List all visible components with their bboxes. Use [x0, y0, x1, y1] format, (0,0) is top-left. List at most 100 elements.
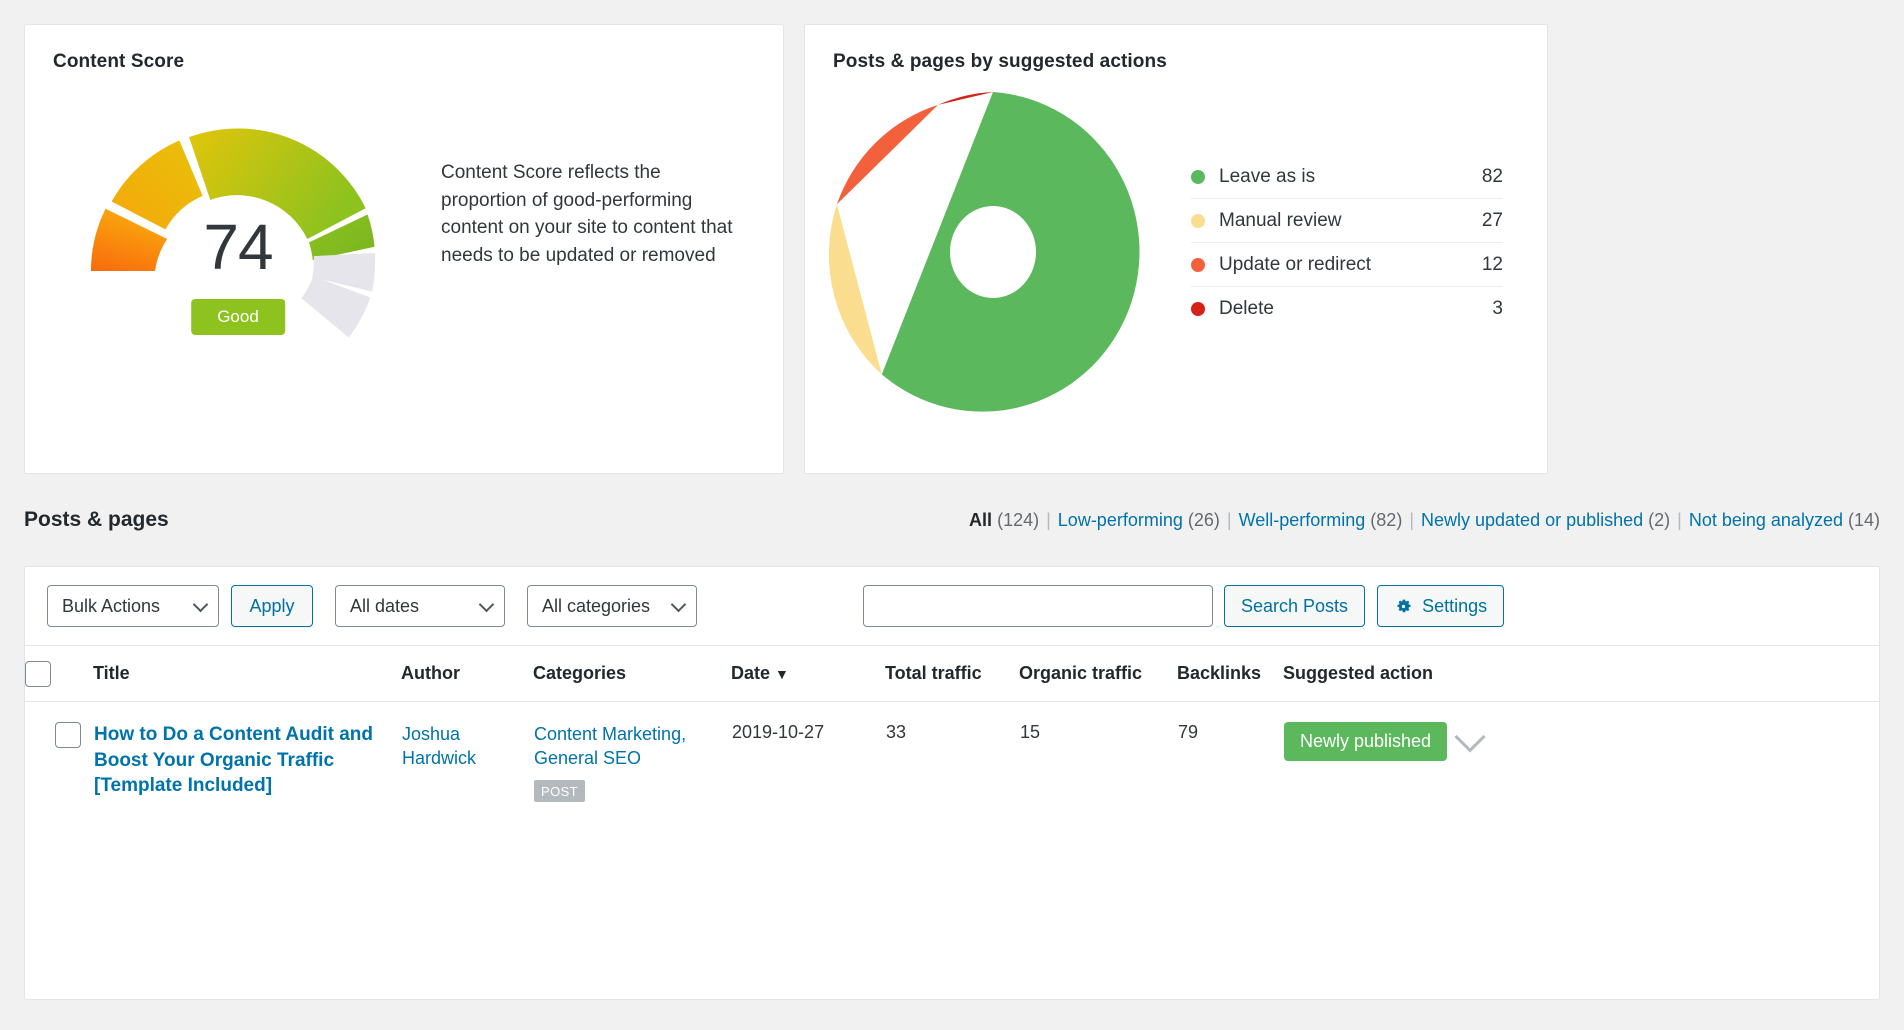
- legend-item[interactable]: Leave as is 82: [1191, 155, 1503, 199]
- legend-color-dot: [1191, 302, 1205, 316]
- post-author-link[interactable]: Joshua Hardwick: [402, 722, 532, 771]
- chevron-down-icon: [479, 597, 495, 613]
- legend-color-dot: [1191, 170, 1205, 184]
- filter-count: (2): [1648, 510, 1670, 530]
- pie-slices: [829, 92, 1140, 412]
- legend-value: 3: [1492, 298, 1503, 320]
- settings-button[interactable]: Settings: [1377, 585, 1504, 627]
- gear-icon: [1394, 597, 1413, 616]
- legend-value: 12: [1482, 254, 1503, 276]
- bulk-actions-value: Bulk Actions: [62, 596, 160, 617]
- content-score-description: Content Score reflects the proportion of…: [441, 159, 741, 269]
- content-score-card: Content Score: [24, 24, 784, 474]
- column-header-categories[interactable]: Categories: [533, 646, 731, 702]
- filter-link-not-analyzed[interactable]: Not being analyzed (14): [1689, 510, 1880, 530]
- pie-slice-update-or-redirect[interactable]: [837, 105, 938, 204]
- suggested-actions-pie-chart: [823, 87, 1163, 417]
- column-header-title[interactable]: Title: [93, 646, 401, 702]
- table-row: How to Do a Content Audit and Boost Your…: [25, 702, 1879, 803]
- filter-separator: |: [1677, 510, 1682, 530]
- category-filter-select[interactable]: All categories: [527, 585, 697, 627]
- apply-button[interactable]: Apply: [231, 585, 313, 627]
- settings-label: Settings: [1422, 596, 1487, 617]
- filter-link-all[interactable]: All (124): [969, 510, 1039, 530]
- post-categories-link[interactable]: Content Marketing, General SEO: [534, 722, 730, 771]
- filter-separator: |: [1227, 510, 1232, 530]
- row-author-cell: Joshua Hardwick: [401, 702, 533, 803]
- filter-label: All: [969, 510, 992, 530]
- legend-item[interactable]: Delete 3: [1191, 287, 1503, 331]
- row-checkbox[interactable]: [55, 722, 81, 748]
- pie-svg: [823, 87, 1163, 417]
- select-all-checkbox[interactable]: [25, 661, 51, 687]
- posts-table-panel: Bulk Actions Apply All dates All categor…: [24, 566, 1880, 1000]
- pie-slice-delete[interactable]: [938, 92, 993, 105]
- category-filter-value: All categories: [542, 596, 650, 617]
- chevron-down-icon: [671, 597, 687, 613]
- filter-link-newly-updated[interactable]: Newly updated or published (2): [1421, 510, 1670, 530]
- suggested-actions-card: Posts & pages by suggested actions: [804, 24, 1548, 474]
- filter-count: (26): [1188, 510, 1220, 530]
- legend-value: 27: [1482, 210, 1503, 232]
- content-score-value: 74: [73, 215, 403, 279]
- content-score-body: 74 Good Content Score reflects the propo…: [25, 73, 783, 381]
- filter-link-low-performing[interactable]: Low-performing (26): [1058, 510, 1220, 530]
- filter-label[interactable]: Well-performing: [1239, 510, 1366, 530]
- filter-label[interactable]: Newly updated or published: [1421, 510, 1643, 530]
- legend-color-dot: [1191, 214, 1205, 228]
- legend-value: 82: [1482, 166, 1503, 188]
- column-header-date[interactable]: Date ▼: [731, 646, 885, 702]
- post-title-link[interactable]: How to Do a Content Audit and Boost Your…: [94, 722, 400, 799]
- row-title-cell: How to Do a Content Audit and Boost Your…: [93, 702, 401, 803]
- table-toolbar: Bulk Actions Apply All dates All categor…: [25, 567, 1879, 645]
- column-header-date-label: Date: [731, 663, 770, 684]
- bulk-actions-select[interactable]: Bulk Actions: [47, 585, 219, 627]
- posts-table-head: Title Author Categories Date ▼ Total tra…: [25, 646, 1879, 702]
- search-posts-button[interactable]: Search Posts: [1224, 585, 1365, 627]
- legend-label: Leave as is: [1219, 166, 1482, 188]
- summary-cards-row: Content Score: [0, 0, 1904, 474]
- column-header-author[interactable]: Author: [401, 646, 533, 702]
- row-backlinks-cell: 79: [1177, 702, 1283, 803]
- filter-count: (14): [1848, 510, 1880, 530]
- pie-slice-manual-review[interactable]: [829, 204, 882, 374]
- page-title: Posts & pages: [24, 508, 169, 532]
- filter-separator: |: [1409, 510, 1414, 530]
- legend-label: Manual review: [1219, 210, 1482, 232]
- content-score-rating-badge: Good: [191, 299, 285, 335]
- row-categories-cell: Content Marketing, General SEO POST: [533, 702, 731, 803]
- legend-label: Delete: [1219, 298, 1492, 320]
- column-header-total-traffic[interactable]: Total traffic: [885, 646, 1019, 702]
- post-type-badge: POST: [534, 780, 585, 802]
- legend-item[interactable]: Manual review 27: [1191, 199, 1503, 243]
- filter-label[interactable]: Low-performing: [1058, 510, 1183, 530]
- filter-count: (124): [997, 510, 1039, 530]
- pie-donut-hole: [950, 206, 1036, 298]
- column-header-backlinks[interactable]: Backlinks: [1177, 646, 1283, 702]
- filter-links: All (124) | Low-performing (26) | Well-perfo…: [969, 510, 1880, 531]
- suggested-actions-body: Leave as is 82 Manual review 27 Update o…: [805, 73, 1547, 417]
- legend-item[interactable]: Update or redirect 12: [1191, 243, 1503, 287]
- date-filter-select[interactable]: All dates: [335, 585, 505, 627]
- legend-label: Update or redirect: [1219, 254, 1482, 276]
- table-header-row: Title Author Categories Date ▼ Total tra…: [25, 646, 1879, 702]
- row-expand-chevron-icon[interactable]: [1455, 721, 1486, 752]
- suggested-actions-legend: Leave as is 82 Manual review 27 Update o…: [1191, 155, 1503, 331]
- filter-link-well-performing[interactable]: Well-performing (82): [1239, 510, 1403, 530]
- search-input[interactable]: [863, 585, 1213, 627]
- column-header-organic-traffic[interactable]: Organic traffic: [1019, 646, 1177, 702]
- posts-section-header: Posts & pages All (124) | Low-performing (…: [0, 508, 1904, 552]
- content-score-gauge: 74 Good: [73, 91, 403, 381]
- date-filter-value: All dates: [350, 596, 419, 617]
- legend-color-dot: [1191, 258, 1205, 272]
- row-total-traffic-cell: 33: [885, 702, 1019, 803]
- column-header-suggested-action[interactable]: Suggested action: [1283, 646, 1879, 702]
- posts-table: Title Author Categories Date ▼ Total tra…: [25, 645, 1879, 803]
- posts-table-body: How to Do a Content Audit and Boost Your…: [25, 702, 1879, 803]
- row-date-cell: 2019-10-27: [731, 702, 885, 803]
- suggested-action-badge[interactable]: Newly published: [1284, 722, 1447, 761]
- chevron-down-icon: [193, 597, 209, 613]
- content-score-title: Content Score: [25, 25, 783, 73]
- content-audit-dashboard: Content Score: [0, 0, 1904, 1030]
- filter-label[interactable]: Not being analyzed: [1689, 510, 1843, 530]
